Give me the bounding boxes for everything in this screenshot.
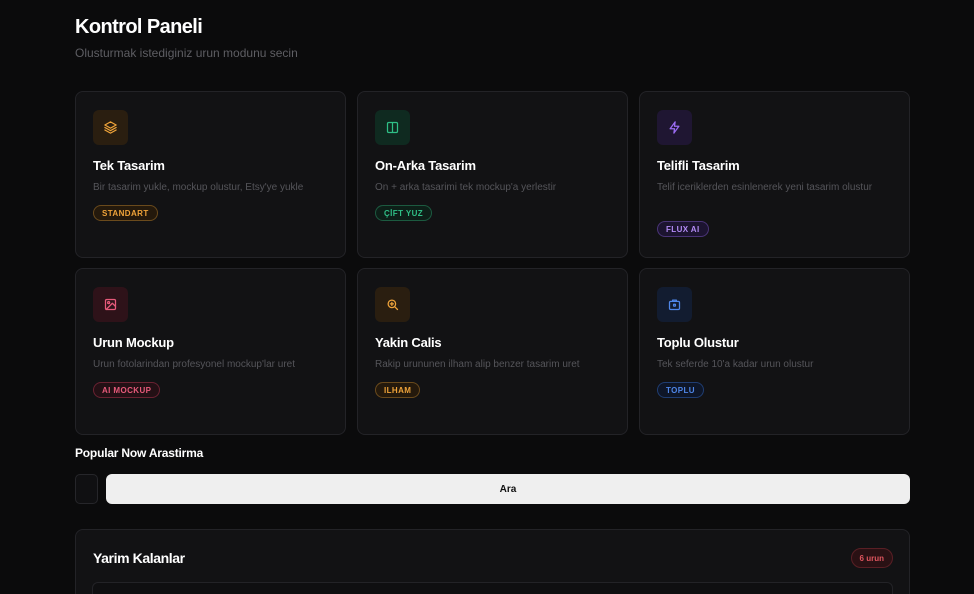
mode-card-grid: Tek Tasarim Bir tasarim yukle, mockup ol…	[75, 91, 910, 435]
mode-card-yakin-calis[interactable]: Yakin Calis Rakip urununen ilham alip be…	[357, 268, 628, 435]
columns-icon	[375, 110, 410, 145]
drafts-panel: Yarim Kalanlar 6 urun	[75, 529, 910, 594]
drafts-title: Yarim Kalanlar	[93, 550, 185, 566]
image-icon	[93, 287, 128, 322]
card-description: Tek seferde 10'a kadar urun olustur	[657, 359, 814, 370]
card-title: On-Arka Tasarim	[375, 158, 476, 173]
card-title: Urun Mockup	[93, 335, 174, 350]
page-title: Kontrol Paneli	[75, 16, 203, 38]
mode-badge: FLUX AI	[657, 221, 709, 237]
card-description: Bir tasarim yukle, mockup olustur, Etsy'…	[93, 182, 304, 193]
card-description: Urun fotolarindan profesyonel mockup'lar…	[93, 359, 296, 370]
mode-card-telifli-tasarim[interactable]: Telifli Tasarim Telif iceriklerden esinl…	[639, 91, 910, 258]
mode-badge: AI MOCKUP	[93, 382, 161, 398]
search-button[interactable]: Ara	[106, 474, 910, 504]
research-select[interactable]	[75, 474, 98, 504]
package-icon	[657, 287, 692, 322]
mode-badge: ILHAM	[375, 382, 421, 398]
research-section-title: Popular Now Arastirma	[75, 446, 204, 460]
mode-badge: TOPLU	[657, 382, 704, 398]
card-title: Telifli Tasarim	[657, 158, 740, 173]
draft-list-item[interactable]	[92, 582, 893, 594]
card-description: Rakip urununen ilham alip benzer tasarim…	[375, 359, 580, 370]
card-title: Tek Tasarim	[93, 158, 165, 173]
mode-card-tek-tasarim[interactable]: Tek Tasarim Bir tasarim yukle, mockup ol…	[75, 91, 346, 258]
mode-badge: ÇİFT YUZ	[375, 205, 433, 221]
mode-card-urun-mockup[interactable]: Urun Mockup Urun fotolarindan profesyone…	[75, 268, 346, 435]
page-subtitle: Olusturmak istediginiz urun modunu secin	[75, 46, 298, 60]
drafts-count-badge: 6 urun	[850, 548, 893, 568]
lightning-icon	[657, 110, 692, 145]
card-description: Telif iceriklerden esinlenerek yeni tasa…	[657, 182, 873, 193]
mode-badge: STANDART	[93, 205, 158, 221]
card-title: Yakin Calis	[375, 335, 442, 350]
card-title: Toplu Olustur	[657, 335, 739, 350]
layers-icon	[93, 110, 128, 145]
card-description: On + arka tasarimi tek mockup'a yerlesti…	[375, 182, 557, 193]
mode-card-toplu-olustur[interactable]: Toplu Olustur Tek seferde 10'a kadar uru…	[639, 268, 910, 435]
mode-card-on-arka-tasarim[interactable]: On-Arka Tasarim On + arka tasarimi tek m…	[357, 91, 628, 258]
search-zoom-icon	[375, 287, 410, 322]
